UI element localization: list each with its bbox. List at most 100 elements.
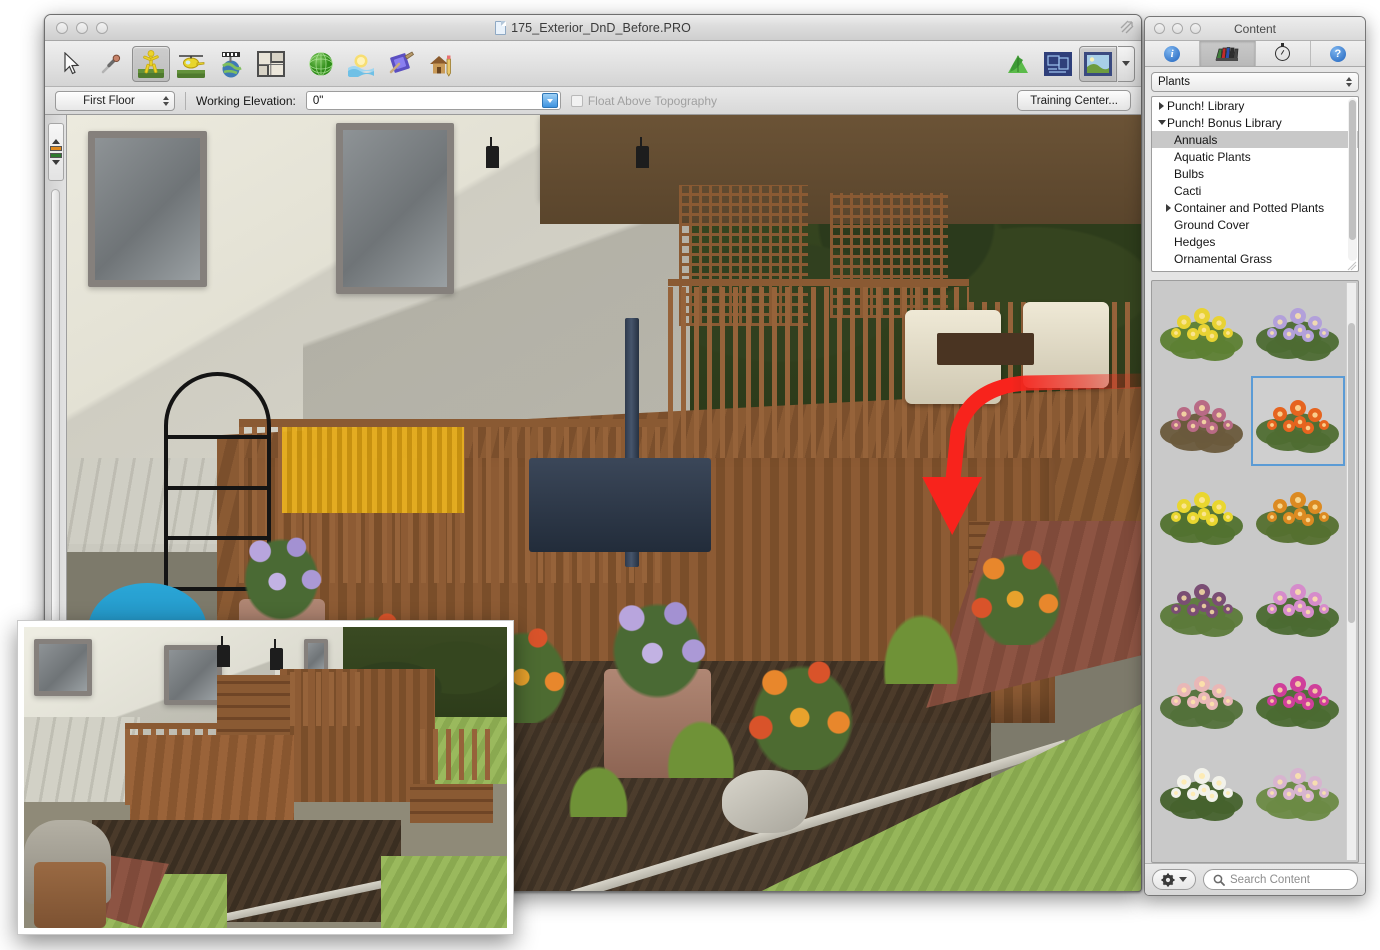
3d-view-button[interactable]	[1079, 46, 1117, 82]
thumbnail-browser[interactable]	[1151, 280, 1359, 863]
tree-item-annuals[interactable]: Annuals	[1152, 131, 1358, 148]
pink-impatiens-cluster-thumbnail	[1256, 568, 1340, 642]
plant-thumb-5[interactable]	[1156, 469, 1248, 557]
layer-swatch-orange	[50, 146, 62, 151]
plant-thumb-8[interactable]	[1252, 561, 1344, 649]
search-content-field[interactable]: Search Content	[1203, 869, 1358, 890]
plant-thumb-12[interactable]	[1252, 745, 1344, 833]
plant-thumb-4[interactable]	[1252, 377, 1344, 465]
plant-thumb-3[interactable]	[1156, 377, 1248, 465]
green-plant-dark-berries-thumbnail	[1160, 568, 1244, 642]
tree-item-ground-cover[interactable]: Ground Cover	[1152, 216, 1358, 233]
design-tool[interactable]	[422, 46, 460, 82]
house-pencil-icon	[427, 50, 455, 78]
library-tree[interactable]: Punch! LibraryPunch! Bonus Library Annual…	[1151, 96, 1359, 272]
plant-thumb-10[interactable]	[1252, 653, 1344, 741]
window-traffic-lights[interactable]	[56, 22, 108, 34]
disclosure-triangle-down-icon[interactable]	[1156, 120, 1167, 125]
working-elevation-label: Working Elevation:	[196, 94, 296, 108]
preview-stone-veneer	[24, 717, 140, 801]
tree-item-punch-bonus-library[interactable]: Punch! Bonus Library	[1152, 114, 1358, 131]
arrow-cursor-icon	[63, 52, 80, 76]
tree-item-aquatic-plants[interactable]: Aquatic Plants	[1152, 148, 1358, 165]
tree-item-hedges[interactable]: Hedges	[1152, 233, 1358, 250]
resize-grip-icon[interactable]	[1347, 261, 1357, 271]
materials-tool[interactable]	[382, 46, 420, 82]
preview-house-stairs	[217, 675, 289, 741]
divider	[185, 92, 186, 110]
photo-landscape-icon	[1083, 51, 1113, 77]
tree-scrollbar[interactable]	[1348, 98, 1357, 261]
exterior-tool[interactable]	[132, 46, 170, 82]
floorplan-tool[interactable]	[252, 46, 290, 82]
content-palette-footer: Search Content	[1145, 863, 1365, 895]
plant-thumb-2[interactable]	[1252, 285, 1344, 373]
plant-thumb-7[interactable]	[1156, 561, 1248, 649]
landscape-tool[interactable]	[172, 46, 210, 82]
tab-help[interactable]: ?	[1311, 41, 1365, 66]
view-options-popup[interactable]	[1118, 46, 1135, 82]
close-button[interactable]	[56, 22, 68, 34]
category-select[interactable]: Plants	[1151, 72, 1359, 92]
tree-item-cacti[interactable]: Cacti	[1152, 182, 1358, 199]
tab-info[interactable]: i	[1145, 41, 1200, 66]
tree-item-punch-library[interactable]: Punch! Library	[1152, 97, 1358, 114]
blueprint-icon	[1043, 51, 1073, 77]
float-above-topography-label: Float Above Topography	[588, 94, 717, 108]
layer-elevation-widget[interactable]	[48, 123, 64, 181]
plant-thumb-1[interactable]	[1156, 285, 1248, 373]
working-elevation-input[interactable]: 0"	[306, 91, 561, 110]
training-center-button[interactable]: Training Center...	[1017, 90, 1131, 111]
minimize-button[interactable]	[76, 22, 88, 34]
tab-content[interactable]	[1200, 41, 1255, 66]
tree-item-perennials[interactable]: Perennials	[1152, 267, 1358, 272]
tree-item-container-and-potted-plants[interactable]: Container and Potted Plants	[1152, 199, 1358, 216]
plant-gaillardia-4	[958, 536, 1076, 645]
options-bar: First Floor Working Elevation: 0" Float …	[45, 87, 1141, 115]
plant-thumb-9[interactable]	[1156, 653, 1248, 741]
chevron-down-icon	[52, 160, 60, 165]
zoom-button[interactable]	[96, 22, 108, 34]
resize-grip-icon[interactable]	[1120, 20, 1134, 34]
window-title-text: 175_Exterior_DnD_Before.PRO	[511, 21, 691, 35]
wall-lantern-1	[486, 146, 499, 168]
tree-item-label: Ornamental Grass	[1174, 252, 1272, 266]
tree-item-ornamental-grass[interactable]: Ornamental Grass	[1152, 250, 1358, 267]
tree-item-label: Perennials	[1174, 269, 1231, 273]
water-tool[interactable]	[342, 46, 380, 82]
preview-tub-base	[34, 862, 106, 928]
action-gear-menu[interactable]	[1152, 869, 1196, 890]
deck-rail-cap-left	[239, 419, 669, 427]
wall-lantern-2	[636, 146, 649, 168]
arrow-select-tool[interactable]	[52, 46, 90, 82]
green-leaf-house-icon	[1004, 51, 1032, 77]
plant-thumb-6[interactable]	[1252, 469, 1344, 557]
terrain-tool[interactable]	[302, 46, 340, 82]
working-elevation-popup-button[interactable]	[542, 93, 558, 108]
plant-view-button[interactable]	[999, 46, 1037, 82]
eyedropper-tool[interactable]	[92, 46, 130, 82]
sun-water-icon	[347, 51, 375, 77]
globe-survey-icon	[216, 49, 246, 79]
thumbnail-scrollbar[interactable]	[1346, 283, 1356, 860]
white-red-impatiens-thumbnail	[1160, 660, 1244, 734]
orange-gaillardia-bush-thumbnail	[1256, 384, 1340, 458]
preview-lantern-1	[217, 645, 230, 667]
float-above-topography-checkbox[interactable]: Float Above Topography	[571, 94, 717, 108]
site-planner-tool[interactable]	[212, 46, 250, 82]
plant-thumb-11[interactable]	[1156, 745, 1248, 833]
paint-hammer-icon	[387, 50, 415, 78]
preview-deck-floor	[130, 735, 294, 819]
tree-item-bulbs[interactable]: Bulbs	[1152, 165, 1358, 182]
gear-icon	[1161, 873, 1175, 887]
grass-tuft-2	[658, 708, 744, 778]
tree-item-label: Annuals	[1174, 133, 1217, 147]
tab-history[interactable]	[1256, 41, 1311, 66]
floor-popup-button[interactable]: First Floor	[55, 91, 175, 111]
content-palette-window: Content i	[1144, 16, 1366, 896]
disclosure-triangle-right-icon[interactable]	[1156, 102, 1167, 110]
layer-swatch-green	[50, 153, 62, 158]
working-elevation-value: 0"	[313, 95, 542, 107]
disclosure-triangle-right-icon[interactable]	[1163, 204, 1174, 212]
plan-view-button[interactable]	[1039, 46, 1077, 82]
